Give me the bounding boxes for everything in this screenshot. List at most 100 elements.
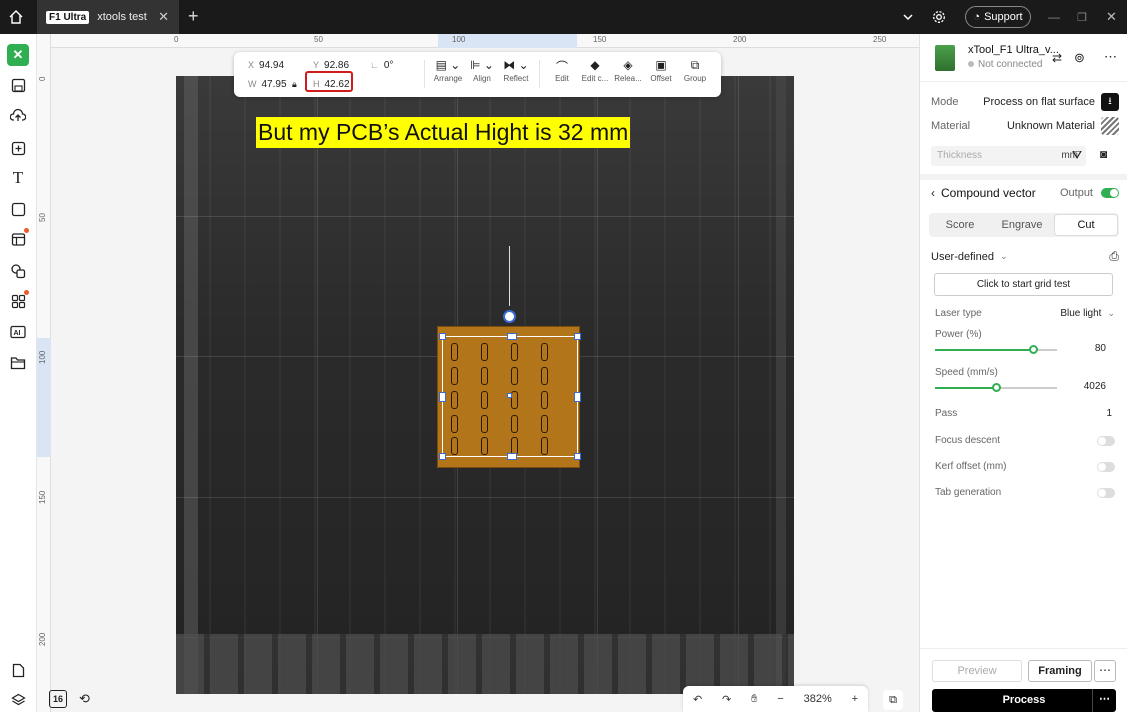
- lock-ratio-icon[interactable]: 🔒︎: [292, 79, 297, 90]
- x-field[interactable]: X 94.94: [248, 60, 284, 71]
- power-slider-knob[interactable]: [1029, 345, 1038, 354]
- top-ruler: 0 50 100 150 200 250: [37, 34, 919, 48]
- release-button[interactable]: ◈ Relea...: [610, 58, 646, 83]
- height-field[interactable]: H 42.62: [313, 79, 350, 90]
- edit-compound-button[interactable]: ◆ Edit c...: [577, 58, 613, 83]
- reflect-icon: ⧓ ⌄: [503, 58, 529, 72]
- camera-refresh-icon[interactable]: ⟲: [79, 691, 90, 707]
- zoom-in-icon[interactable]: +: [852, 693, 858, 705]
- camera-icon[interactable]: ◙: [1100, 147, 1107, 161]
- save-icon[interactable]: [7, 74, 29, 96]
- resize-handle[interactable]: [574, 333, 581, 340]
- center-handle[interactable]: [507, 393, 512, 398]
- document-icon[interactable]: [7, 659, 29, 681]
- add-element-icon[interactable]: [7, 137, 29, 159]
- support-button[interactable]: ◔ Support: [965, 6, 1031, 28]
- preview-button[interactable]: Preview: [932, 660, 1022, 682]
- shapes-library-icon[interactable]: [7, 260, 29, 282]
- settings-gear-icon[interactable]: [932, 0, 946, 34]
- layers-icon[interactable]: [7, 689, 29, 711]
- resize-handle[interactable]: [507, 453, 517, 460]
- mode-row[interactable]: Mode Process on flat surface ⭳: [931, 93, 1119, 111]
- speed-slider-knob[interactable]: [992, 383, 1001, 392]
- resize-handle[interactable]: [439, 453, 446, 460]
- text-tool-icon[interactable]: T: [7, 167, 29, 189]
- tab-generation-toggle[interactable]: [1097, 487, 1115, 498]
- copy-icon[interactable]: ⧉: [883, 690, 903, 710]
- minimize-icon[interactable]: —: [1048, 0, 1060, 34]
- focus-toggle[interactable]: [1097, 435, 1115, 446]
- device-name[interactable]: xTool_F1 Ultra_v...: [968, 44, 1059, 56]
- chevron-down-icon[interactable]: [902, 0, 914, 34]
- template-icon[interactable]: [7, 228, 29, 250]
- auto-measure-icon[interactable]: ⛛: [1072, 148, 1082, 163]
- hand-pan-icon[interactable]: ✋︎: [751, 693, 757, 706]
- y-field[interactable]: Y 92.86: [313, 60, 349, 71]
- xtool-logo-icon[interactable]: ✕: [7, 44, 29, 66]
- work-canvas[interactable]: 0 50 100 150 200 250 0 50 100 150 200 Bu…: [37, 34, 919, 712]
- tab-engrave[interactable]: Engrave: [991, 213, 1053, 237]
- save-preset-icon[interactable]: ⎙: [1109, 249, 1119, 264]
- power-slider[interactable]: [935, 345, 1057, 354]
- switch-device-icon[interactable]: ⇄: [1052, 51, 1062, 65]
- project-tab[interactable]: F1 Ultra xtools test ✕: [37, 0, 179, 34]
- reflect-button[interactable]: ⧓ ⌄ Reflect: [498, 58, 534, 83]
- pass-row[interactable]: Pass 1: [935, 408, 1112, 419]
- ruler-tick: 100: [38, 350, 47, 364]
- speed-value[interactable]: 4026: [1078, 381, 1106, 392]
- speed-slider[interactable]: [935, 383, 1057, 392]
- laser-type-label: Laser type: [935, 308, 982, 319]
- grid-test-button[interactable]: Click to start grid test: [934, 273, 1113, 296]
- home-icon[interactable]: [4, 5, 28, 29]
- device-status: Not connected: [968, 59, 1043, 70]
- group-button[interactable]: ⧉ Group: [677, 58, 713, 83]
- output-toggle[interactable]: [1101, 188, 1119, 198]
- new-tab-plus-icon[interactable]: +: [188, 6, 199, 27]
- framing-button[interactable]: Framing: [1028, 660, 1092, 682]
- back-chevron-icon[interactable]: ‹: [931, 186, 935, 200]
- arrange-button[interactable]: ▤ ⌄ Arrange: [430, 58, 466, 83]
- annotation-caption: But my PCB’s Actual Hight is 32 mm: [256, 117, 631, 148]
- align-button[interactable]: ⊫ ⌄ Align: [464, 58, 500, 83]
- pass-value[interactable]: 1: [1106, 408, 1112, 419]
- laser-type-row[interactable]: Laser type Blue light ⌄: [935, 308, 1115, 319]
- shape-tool-icon[interactable]: [7, 198, 29, 220]
- tab-score[interactable]: Score: [929, 213, 991, 237]
- zoom-out-icon[interactable]: −: [777, 693, 783, 705]
- folder-icon[interactable]: [7, 352, 29, 374]
- rotate-handle[interactable]: [503, 310, 516, 323]
- more-icon[interactable]: ⋯: [1104, 49, 1117, 65]
- resize-handle[interactable]: [574, 453, 581, 460]
- undo-icon[interactable]: ↶: [693, 693, 702, 706]
- laser-type-value: Blue light: [1060, 308, 1102, 319]
- output-label: Output: [1059, 187, 1093, 199]
- preset-row[interactable]: User-defined ⌄ ⎙: [931, 249, 1119, 264]
- edit-button[interactable]: ⌒ Edit: [544, 58, 580, 83]
- resize-handle[interactable]: [439, 333, 446, 340]
- redo-icon[interactable]: ↷: [722, 693, 731, 706]
- kerf-toggle[interactable]: [1097, 461, 1115, 472]
- device-settings-icon[interactable]: ⊚: [1074, 50, 1085, 66]
- thickness-input[interactable]: Thickness mm: [931, 146, 1086, 166]
- process-button[interactable]: Process ⋯: [932, 689, 1116, 712]
- more-icon[interactable]: ⋯: [1094, 660, 1116, 682]
- tab-generation-row: Tab generation: [935, 487, 1115, 498]
- ai-tool-icon[interactable]: AI: [7, 321, 29, 343]
- resize-handle[interactable]: [439, 392, 446, 402]
- angle-field[interactable]: ∟ 0°: [370, 60, 393, 71]
- upload-cloud-icon[interactable]: [7, 104, 29, 126]
- tab-cut[interactable]: Cut: [1054, 214, 1118, 236]
- width-field[interactable]: W 47.95: [248, 79, 287, 90]
- material-row[interactable]: Material Unknown Material: [931, 117, 1119, 135]
- power-value[interactable]: 80: [1088, 343, 1106, 354]
- resize-handle[interactable]: [507, 333, 517, 340]
- more-icon[interactable]: ⋯: [1092, 689, 1116, 712]
- grid-size-badge[interactable]: 16: [49, 690, 67, 708]
- restore-icon[interactable]: ❐: [1077, 0, 1087, 34]
- apps-grid-icon[interactable]: [7, 290, 29, 312]
- zoom-level[interactable]: 382%: [804, 693, 832, 705]
- window-close-icon[interactable]: ✕: [1106, 0, 1117, 34]
- resize-handle[interactable]: [574, 392, 581, 402]
- offset-button[interactable]: ▣ Offset: [643, 58, 679, 83]
- close-icon[interactable]: ✕: [158, 9, 169, 25]
